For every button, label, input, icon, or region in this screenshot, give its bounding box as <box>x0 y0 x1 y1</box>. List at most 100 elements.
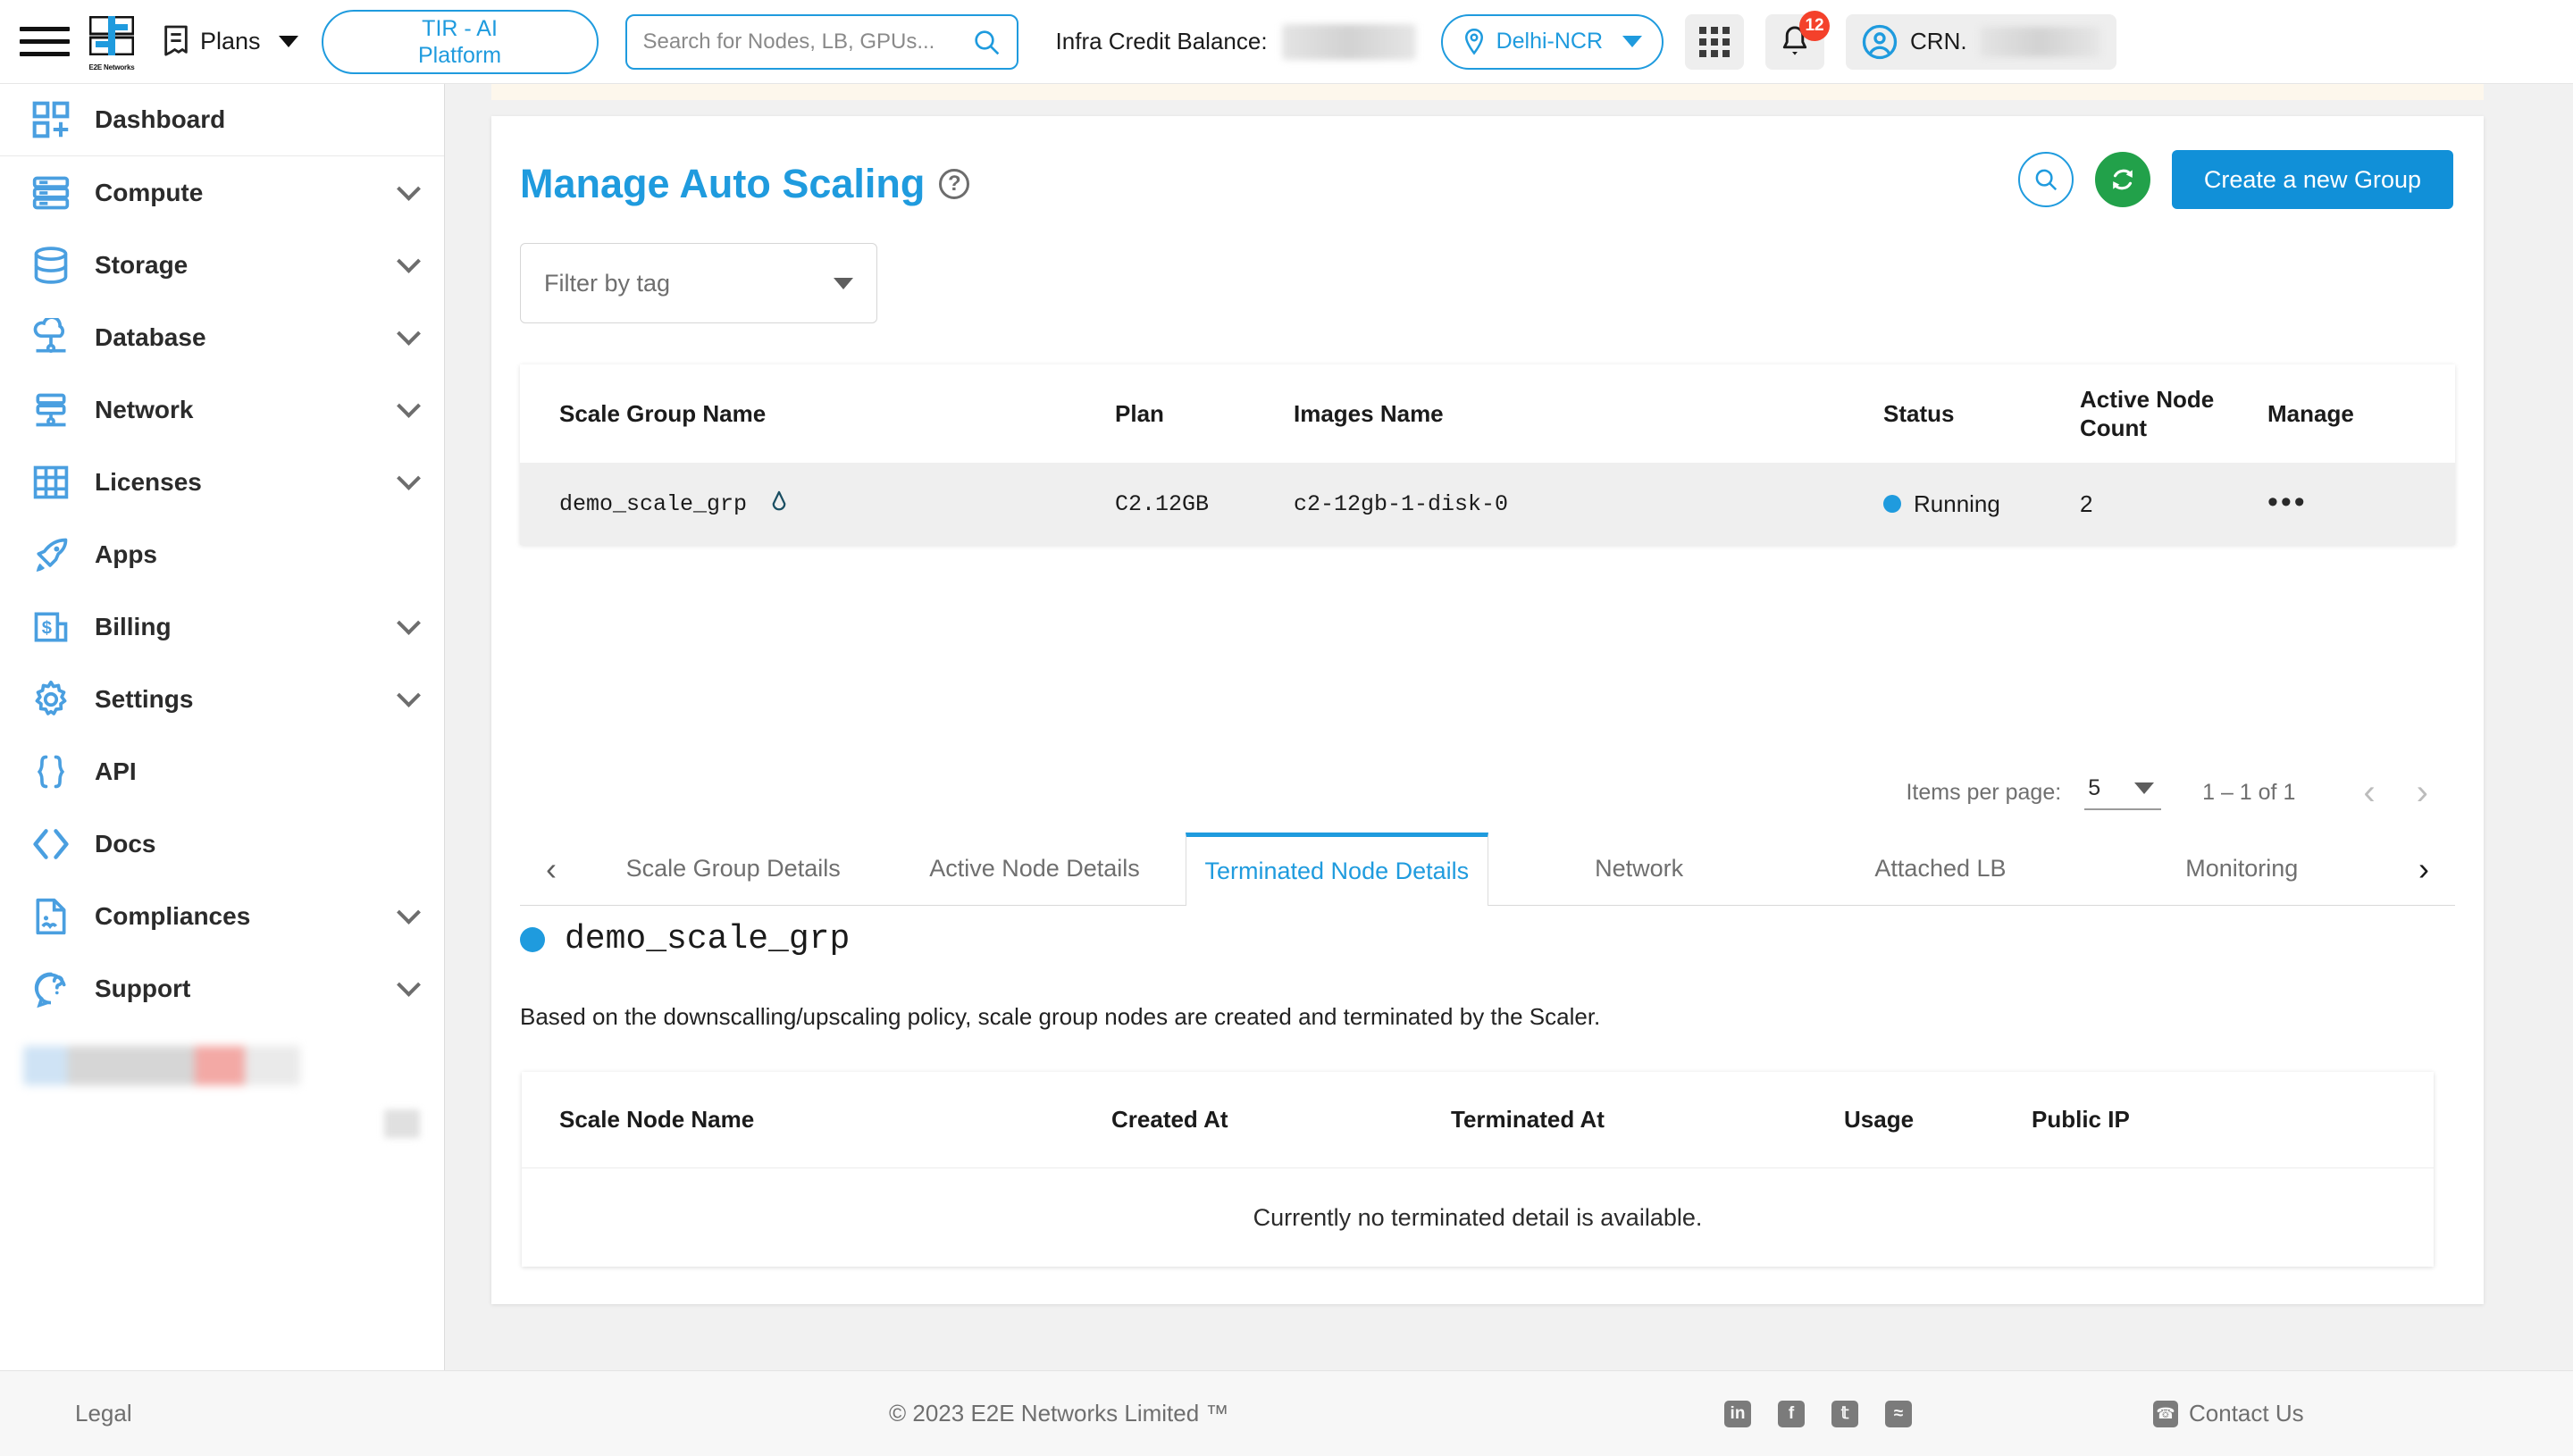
region-label: Delhi-NCR <box>1496 29 1604 54</box>
sidebar-item-apps[interactable]: Apps <box>0 518 444 590</box>
column-header-manage: Manage <box>2267 399 2354 427</box>
create-new-group-button[interactable]: Create a new Group <box>2171 150 2453 209</box>
sidebar-item-label: Compliances <box>95 901 251 930</box>
chevron-down-icon[interactable] <box>397 394 421 418</box>
scale-groups-table: Scale Group Name Plan Images Name Status… <box>520 364 2455 545</box>
status-dot-icon <box>520 926 545 952</box>
sidebar-item-compute[interactable]: Compute <box>0 156 444 229</box>
sidebar-item-label: Network <box>95 395 194 423</box>
chevron-down-icon[interactable] <box>397 900 421 925</box>
plans-menu[interactable]: Plans <box>161 24 298 60</box>
chevron-right-icon[interactable]: › <box>2408 773 2437 813</box>
footer-contact-us-link[interactable]: ☎ Contact Us <box>2153 1400 2304 1427</box>
chevron-down-icon[interactable] <box>397 611 421 635</box>
chevron-down-icon <box>1622 36 1643 47</box>
tabs-scroll-right-icon[interactable]: › <box>2393 833 2455 905</box>
sidebar-item-label: Database <box>95 322 206 351</box>
footer-copyright: © 2023 E2E Networks Limited ™ <box>889 1400 1229 1427</box>
rss-icon[interactable]: ≈ <box>1885 1400 1912 1427</box>
tab-bar: ‹ Scale Group Details Active Node Detail… <box>520 833 2455 906</box>
page-range-label: 1 – 1 of 1 <box>2202 780 2296 805</box>
server-icon <box>30 172 71 213</box>
hamburger-bar <box>20 39 70 44</box>
refresh-button[interactable] <box>2094 152 2150 207</box>
sidebar-item-label: Dashboard <box>95 105 226 133</box>
sidebar-item-label: Docs <box>95 829 156 858</box>
location-pin-icon <box>1464 28 1483 55</box>
table-row[interactable]: demo_scale_grp C2.12GB c2-12gb-1-disk-0 … <box>520 463 2455 545</box>
filter-by-tag-select[interactable]: Filter by tag <box>520 243 877 323</box>
sidebar-item-support[interactable]: Support <box>0 952 444 1025</box>
tab-attached-lb[interactable]: Attached LB <box>1789 833 2091 905</box>
tab-network[interactable]: Network <box>1488 833 1789 905</box>
chevron-down-icon[interactable] <box>397 683 421 707</box>
notifications-button[interactable]: 12 <box>1765 10 1831 70</box>
plans-label: Plans <box>200 28 261 54</box>
user-id-masked <box>1979 26 2100 57</box>
global-search[interactable] <box>624 13 1018 70</box>
search-input[interactable] <box>642 29 972 54</box>
contact-us-label: Contact Us <box>2189 1400 2304 1427</box>
search-button[interactable] <box>2017 152 2074 207</box>
facebook-icon[interactable]: f <box>1778 1400 1805 1427</box>
chevron-down-icon[interactable] <box>397 973 421 997</box>
region-selector[interactable]: Delhi-NCR <box>1440 13 1664 70</box>
tabs-scroll-left-icon[interactable]: ‹ <box>520 833 582 905</box>
sidebar-item-settings[interactable]: Settings <box>0 663 444 735</box>
chevron-down-icon[interactable] <box>397 466 421 490</box>
sidebar-item-compliances[interactable]: Compliances <box>0 880 444 952</box>
column-header-status: Status <box>1883 399 1955 427</box>
terminated-nodes-table: Scale Node Name Created At Terminated At… <box>522 1072 2434 1267</box>
manage-kebab-menu-icon[interactable]: ••• <box>2267 485 2308 519</box>
sidebar-item-licenses[interactable]: Licenses <box>0 446 444 518</box>
question-mark-icon[interactable]: ? <box>939 169 970 199</box>
paginator: Items per page: 5 1 – 1 of 1 ‹ › <box>1906 773 2437 813</box>
tab-scale-group-details[interactable]: Scale Group Details <box>582 833 884 905</box>
network-icon <box>30 389 71 431</box>
e2e-networks-logo[interactable]: E2E Networks <box>86 14 138 71</box>
panel-description: Based on the downscalling/upscaling poli… <box>520 1003 1601 1030</box>
sidebar-item-billing[interactable]: $ Billing <box>0 590 444 663</box>
sidebar-item-dashboard[interactable]: Dashboard <box>0 84 444 156</box>
sidebar-item-label: API <box>95 757 137 785</box>
chevron-down-icon[interactable] <box>397 322 421 346</box>
tab-monitoring[interactable]: Monitoring <box>2091 833 2393 905</box>
cell-status: Running <box>1878 490 2074 518</box>
user-account-button[interactable]: CRN. <box>1846 13 2116 70</box>
sidebar-item-storage[interactable]: Storage <box>0 229 444 301</box>
twitter-icon[interactable]: 𝕥 <box>1831 1400 1858 1427</box>
apps-grid-button[interactable] <box>1685 13 1745 70</box>
chevron-down-icon[interactable] <box>397 177 421 201</box>
sidebar-item-database[interactable]: Database <box>0 301 444 373</box>
credit-balance-value-masked <box>1281 23 1416 60</box>
account-info-masked <box>23 1046 300 1085</box>
search-icon[interactable] <box>972 28 1001 56</box>
sidebar-item-label: Licenses <box>95 467 202 496</box>
phone-icon: ☎ <box>2153 1400 2178 1427</box>
sidebar-item-label: Storage <box>95 250 189 279</box>
status-dot-icon <box>1883 495 1901 513</box>
tir-ai-platform-button[interactable]: TIR - AI Platform <box>321 9 599 74</box>
footer-social-links: in f 𝕥 ≈ <box>1724 1400 1912 1427</box>
chevron-down-icon <box>278 36 298 47</box>
sidebar-item-label: Billing <box>95 612 172 640</box>
chevron-down-icon[interactable] <box>397 249 421 273</box>
sidebar-item-api[interactable]: API <box>0 735 444 807</box>
chevron-left-icon[interactable]: ‹ <box>2354 773 2384 813</box>
receipt-icon <box>164 25 188 56</box>
linkedin-icon[interactable]: in <box>1724 1400 1751 1427</box>
cell-scale-group-name: demo_scale_grp <box>520 490 1110 517</box>
tab-active-node-details[interactable]: Active Node Details <box>884 833 1185 905</box>
edit-pen-icon[interactable] <box>767 490 792 517</box>
hamburger-icon[interactable] <box>20 24 70 60</box>
tab-terminated-node-details[interactable]: Terminated Node Details <box>1185 833 1488 906</box>
cell-active-node-count: 2 <box>2080 490 2093 517</box>
items-per-page-select[interactable]: 5 <box>2084 775 2162 810</box>
tir-line-1: TIR - AI <box>422 15 498 41</box>
page-title: Manage Auto Scaling <box>520 161 926 206</box>
sidebar-item-label: Settings <box>95 684 194 713</box>
footer-legal-link[interactable]: Legal <box>75 1400 132 1427</box>
account-chevron-masked <box>384 1109 420 1138</box>
sidebar-item-docs[interactable]: Docs <box>0 807 444 880</box>
sidebar-item-network[interactable]: Network <box>0 373 444 446</box>
